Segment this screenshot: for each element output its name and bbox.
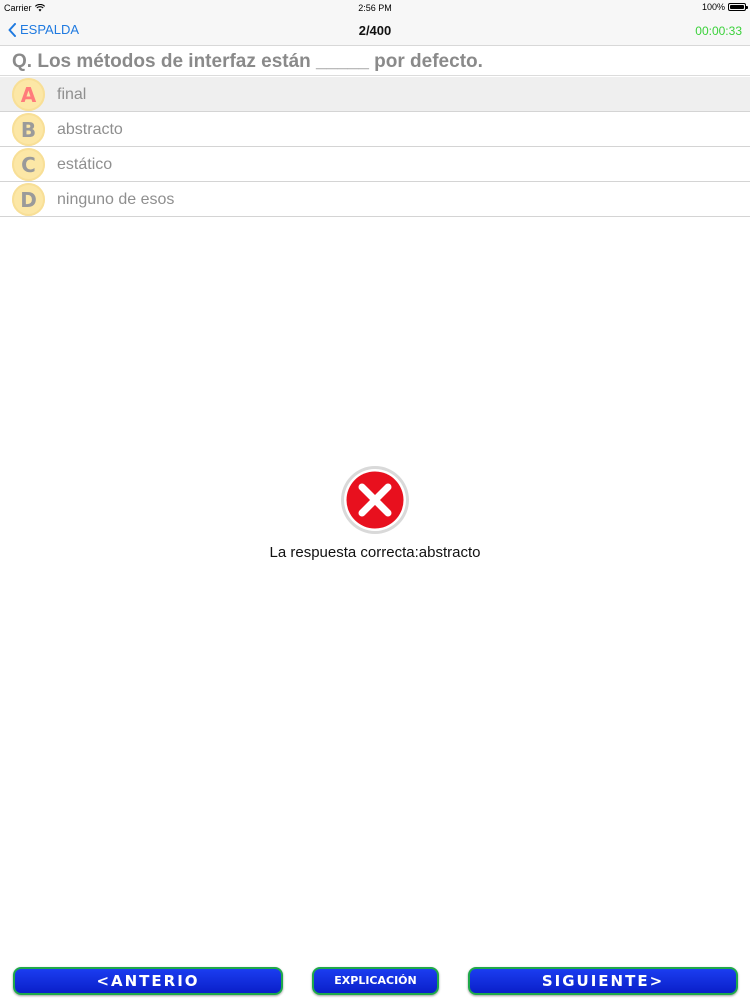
nav-bar: ESPALDA 2/400 00:00:33 xyxy=(0,16,750,46)
option-letter-badge: D xyxy=(12,183,45,216)
answer-options: A final B abstracto C estático D ninguno… xyxy=(0,77,750,217)
status-battery-group: 100% xyxy=(701,2,748,12)
explanation-button[interactable]: EXPLICACIÓN xyxy=(312,967,439,995)
option-letter-badge: A xyxy=(12,78,45,111)
wrong-x-icon xyxy=(341,466,409,534)
status-bar: Carrier 2:56 PM 100% xyxy=(0,0,750,16)
question-counter: 2/400 xyxy=(358,23,392,38)
correct-answer-message: La respuesta correcta:abstracto xyxy=(269,544,481,561)
quiz-timer: 00:00:33 xyxy=(695,24,742,38)
back-button[interactable]: ESPALDA xyxy=(8,22,79,37)
previous-button[interactable]: <ANTERIO xyxy=(13,967,283,995)
question-text: Q. Los métodos de interfaz están _____ p… xyxy=(0,48,750,76)
option-text: estático xyxy=(57,156,113,173)
status-time: 2:56 PM xyxy=(358,3,392,13)
quiz-screen: Carrier 2:56 PM 100% ESPALDA 2/400 00:00… xyxy=(0,0,750,1000)
option-letter-badge: C xyxy=(12,148,45,181)
next-button[interactable]: SIGUIENTE> xyxy=(468,967,738,995)
option-text: final xyxy=(57,86,87,103)
battery-percent: 100% xyxy=(701,2,725,12)
chevron-left-icon xyxy=(8,22,16,37)
battery-icon xyxy=(728,3,748,11)
option-text: abstracto xyxy=(57,121,123,138)
back-button-label: ESPALDA xyxy=(20,22,80,37)
option-c[interactable]: C estático xyxy=(0,147,750,182)
option-a[interactable]: A final xyxy=(0,77,750,112)
option-d[interactable]: D ninguno de esos xyxy=(0,182,750,217)
option-text: ninguno de esos xyxy=(57,191,175,208)
option-b[interactable]: B abstracto xyxy=(0,112,750,147)
option-letter-badge: B xyxy=(12,113,45,146)
